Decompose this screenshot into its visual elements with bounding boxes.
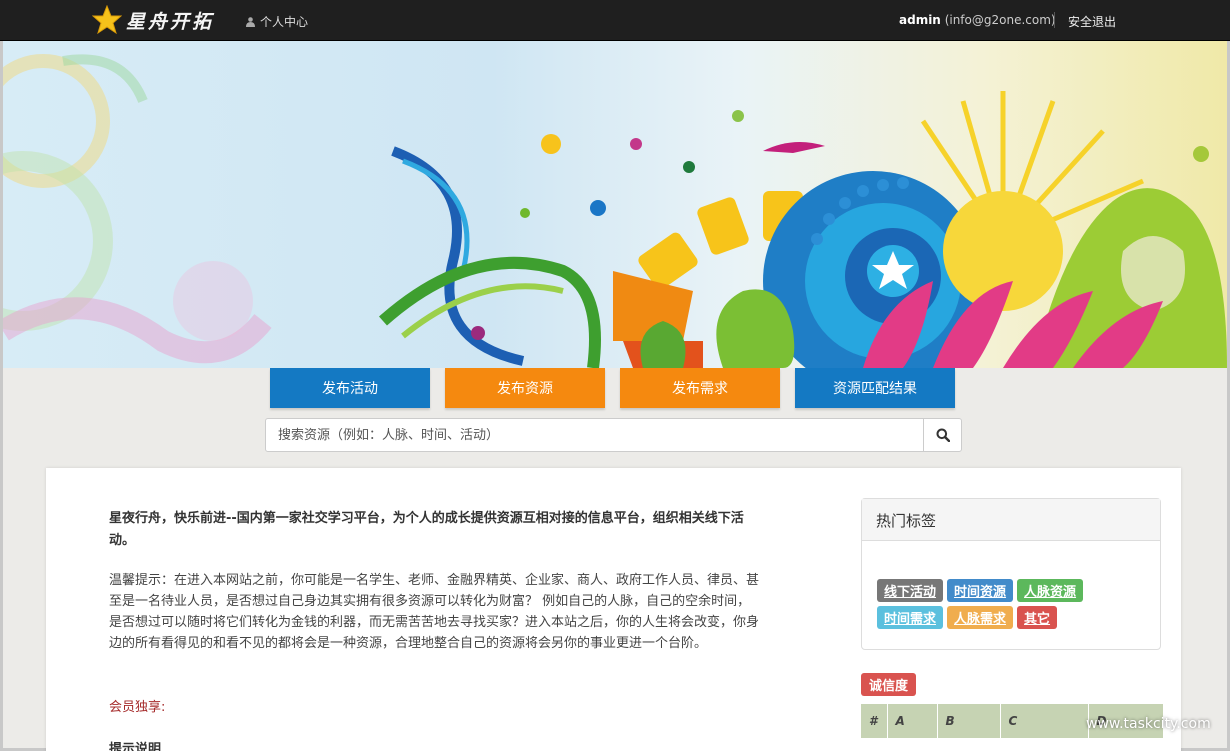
hero-banner — [3, 41, 1227, 368]
banner-artwork — [3, 54, 1227, 368]
search-button[interactable] — [923, 419, 961, 451]
tag-network-demand[interactable]: 人脉需求 — [947, 606, 1014, 629]
tag-list: 线下活动 时间资源 人脉资源 时间需求 人脉需求 其它 — [877, 579, 1137, 629]
table-header-cell: B — [937, 704, 1001, 738]
table-header-cell: A — [887, 704, 938, 738]
publish-demand-button[interactable]: 发布需求 — [620, 368, 780, 408]
account-name: admin — [899, 13, 941, 27]
tag-offline-activity[interactable]: 线下活动 — [877, 579, 944, 602]
hot-tags-title: 热门标签 — [862, 499, 1160, 541]
site-logo[interactable]: 星舟开拓 — [92, 5, 214, 35]
tag-other[interactable]: 其它 — [1017, 606, 1058, 629]
star-icon — [92, 5, 122, 35]
logout-link[interactable]: 安全退出 — [1068, 13, 1116, 30]
account-info[interactable]: admin (info@g2one.com) — [899, 13, 1056, 27]
intro-text: 星夜行舟，快乐前进--国内第一家社交学习平台，为个人的成长提供资源互相对接的信息… — [109, 511, 744, 548]
tip-text: 温馨提示：在进入本网站之前，你可能是一名学生、老师、金融界精英、企业家、商人、政… — [109, 573, 760, 651]
tag-network-resource[interactable]: 人脉资源 — [1017, 579, 1084, 602]
top-navbar: 星舟开拓 个人中心 admin (info@g2one.com) 安全退出 — [0, 0, 1230, 41]
search-input[interactable] — [266, 419, 924, 451]
logo-text: 星舟开拓 — [126, 10, 215, 33]
publish-resource-button[interactable]: 发布资源 — [445, 368, 605, 408]
member-label: 会员独享: — [109, 700, 166, 715]
search-bar — [265, 418, 962, 452]
user-center-label: 个人中心 — [260, 15, 309, 29]
nav-divider — [1054, 12, 1055, 28]
tag-time-demand[interactable]: 时间需求 — [877, 606, 944, 629]
hot-tags-box: 热门标签 线下活动 时间资源 人脉资源 时间需求 人脉需求 其它 — [861, 498, 1161, 650]
user-icon — [246, 16, 255, 27]
search-icon — [936, 428, 950, 442]
tag-time-resource[interactable]: 时间资源 — [947, 579, 1014, 602]
sub-label: 提示说明 — [109, 742, 162, 751]
credibility-badge: 诚信度 — [861, 673, 917, 696]
match-result-button[interactable]: 资源匹配结果 — [795, 368, 955, 408]
main-panel: 星夜行舟，快乐前进--国内第一家社交学习平台，为个人的成长提供资源互相对接的信息… — [46, 468, 1181, 751]
watermark: www.taskcity.com — [1086, 716, 1211, 732]
account-email: (info@g2one.com) — [944, 13, 1056, 27]
publish-activity-button[interactable]: 发布活动 — [270, 368, 430, 408]
table-header-cell: # — [861, 704, 888, 738]
table-header-cell: C — [1000, 704, 1089, 738]
user-center-link[interactable]: 个人中心 — [246, 13, 308, 30]
